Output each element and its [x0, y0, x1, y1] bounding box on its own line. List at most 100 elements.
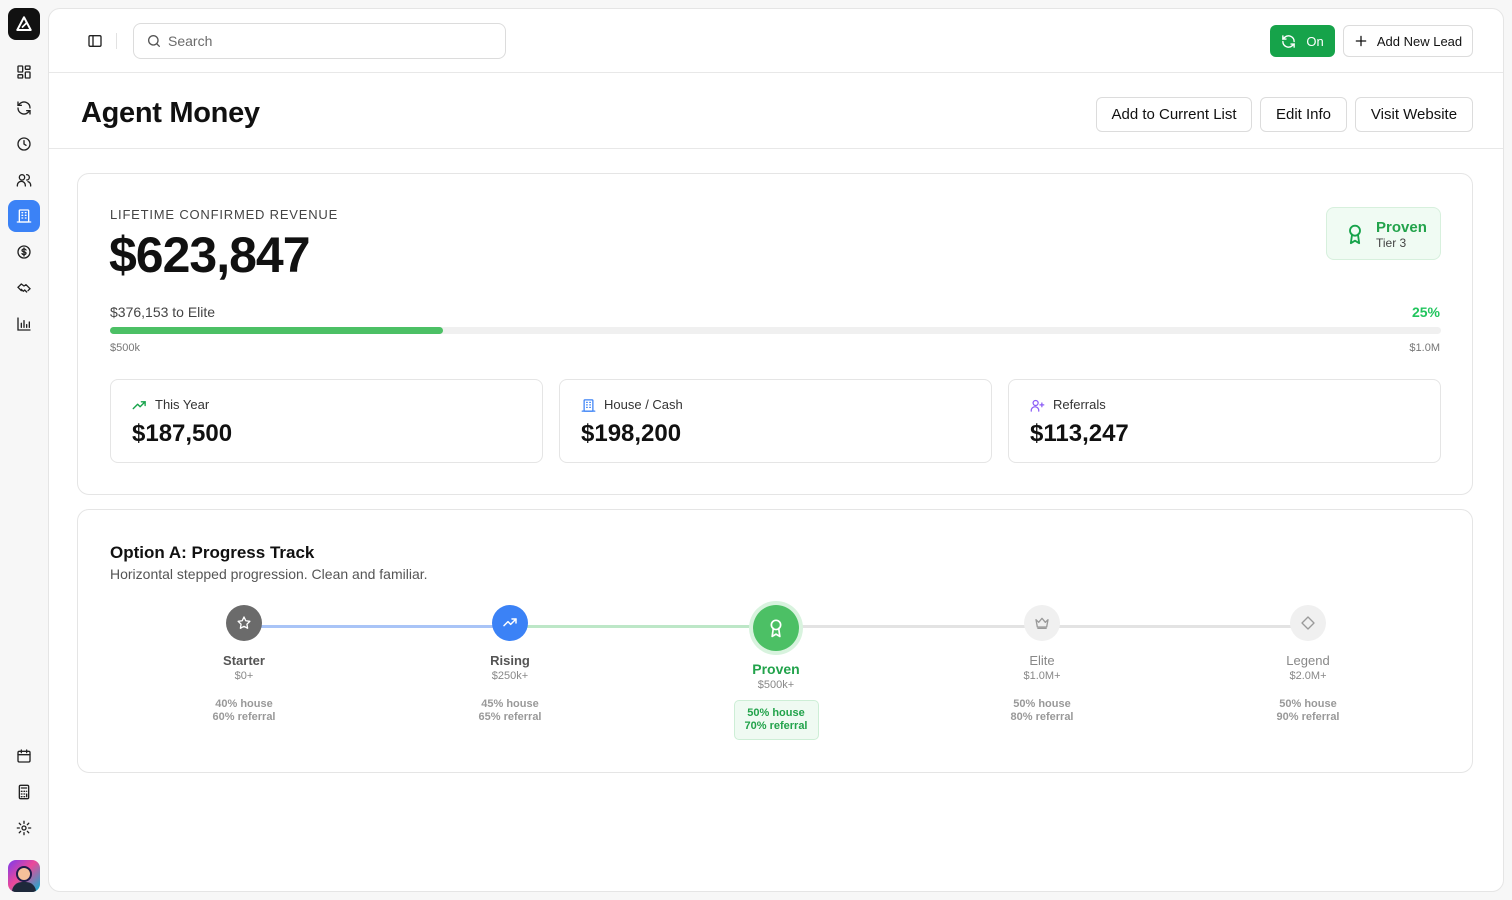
sidebar-toggle-button[interactable] [85, 31, 105, 51]
sync-toggle-button[interactable]: On [1270, 25, 1335, 57]
avatar-body [12, 882, 36, 892]
nav-calculator[interactable] [8, 776, 40, 808]
award-icon [770, 619, 782, 638]
stat-card-referrals: Referrals $113,247 [1008, 379, 1441, 463]
progress-range-end: $1.0M [1409, 342, 1440, 354]
revenue-label: LIFETIME CONFIRMED REVENUE [110, 207, 339, 222]
main-panel: On Add New Lead Agent Money Add to Curre… [48, 8, 1504, 892]
tier-step-starter: Starter $0+ 40% house 60% referral [164, 605, 324, 724]
plus-icon [1355, 35, 1367, 47]
refresh-icon [17, 101, 31, 115]
tier-step-terms: 50% house 70% referral [733, 700, 819, 740]
tier-badge-subtitle: Tier 3 [1376, 236, 1407, 250]
tier-step-name: Rising [490, 653, 530, 668]
tier-step-name: Proven [752, 661, 800, 677]
nav-dashboard[interactable] [8, 56, 40, 88]
nav-money[interactable] [8, 236, 40, 268]
tier-step-terms: 45% house 65% referral [430, 698, 590, 724]
nav-sync[interactable] [8, 92, 40, 124]
nav-reports[interactable] [8, 308, 40, 340]
edit-info-button[interactable]: Edit Info [1260, 97, 1347, 132]
tier-step-terms: 50% house 80% referral [962, 698, 1122, 724]
dashboard-icon [17, 65, 31, 79]
visit-website-button[interactable]: Visit Website [1355, 97, 1473, 132]
search-input[interactable] [168, 33, 488, 49]
tier-badge-title: Proven [1376, 219, 1427, 236]
sidebar-panel-icon [88, 35, 102, 47]
tier-house-split: 50% house [1013, 698, 1071, 710]
section-subtitle: Horizontal stepped progression. Clean an… [110, 566, 428, 582]
nav-deals[interactable] [8, 272, 40, 304]
tier-referral-split: 60% referral [212, 711, 276, 723]
tier-step-badge [1290, 605, 1326, 641]
tier-step-badge [753, 605, 799, 651]
progress-range-start: $500k [110, 342, 140, 354]
refresh-icon [1282, 34, 1296, 48]
tier-house-split: 40% house [215, 698, 273, 710]
tier-step-proven: Proven $500k+ 50% house 70% referral [696, 605, 856, 740]
trending-up-icon [132, 401, 146, 410]
tier-step-name: Starter [223, 653, 265, 668]
search-box[interactable] [133, 23, 506, 59]
settings-icon [16, 820, 32, 836]
revenue-progress-bar [110, 327, 1441, 334]
stat-value: $187,500 [132, 420, 233, 447]
users-icon [16, 174, 32, 187]
tier-step-threshold: $250k+ [491, 670, 529, 682]
tier-referral-split: 70% referral [744, 720, 808, 732]
tier-step-threshold: $500k+ [757, 679, 795, 691]
page-title: Agent Money [81, 97, 260, 129]
diamond-icon [1301, 616, 1315, 630]
progress-track-card: Option A: Progress Track Horizontal step… [77, 509, 1473, 773]
tier-step-badge [226, 605, 262, 641]
tier-step-threshold: $1.0M+ [1023, 670, 1061, 682]
user-plus-icon [1030, 399, 1045, 412]
revenue-card: LIFETIME CONFIRMED REVENUE $623,847 Prov… [77, 173, 1473, 495]
stat-card-this-year: This Year $187,500 [110, 379, 543, 463]
nav-calendar[interactable] [8, 740, 40, 772]
revenue-progress-fill [110, 327, 443, 334]
stat-card-house-cash: House / Cash $198,200 [559, 379, 992, 463]
stat-label: House / Cash [604, 397, 683, 412]
tier-step-elite: Elite $1.0M+ 50% house 80% referral [962, 605, 1122, 724]
tier-step-badge [492, 605, 528, 641]
crown-icon [1035, 617, 1049, 629]
tier-house-split: 50% house [1279, 698, 1337, 710]
revenue-value: $623,847 [109, 227, 311, 283]
nav-history[interactable] [8, 128, 40, 160]
building-icon [16, 209, 32, 223]
dollar-circle-icon [17, 245, 31, 259]
tier-referral-split: 80% referral [1010, 711, 1074, 723]
stat-label: Referrals [1053, 397, 1106, 412]
remaining-to-next-tier: $376,153 to Elite [110, 304, 216, 320]
tier-step-terms: 50% house 90% referral [1228, 698, 1388, 724]
add-to-current-list-button[interactable]: Add to Current List [1096, 97, 1252, 132]
page-header: Agent Money Add to Current List Edit Inf… [49, 73, 1503, 149]
tier-house-split: 45% house [481, 698, 539, 710]
nav-people[interactable] [8, 164, 40, 196]
add-new-lead-button[interactable]: Add New Lead [1343, 25, 1473, 57]
user-avatar[interactable] [8, 860, 40, 892]
tier-step-name: Legend [1286, 653, 1330, 668]
tier-step-terms: 40% house 60% referral [164, 698, 324, 724]
star-icon [237, 616, 251, 629]
tier-referral-split: 90% referral [1276, 711, 1340, 723]
tier-step-threshold: $0+ [234, 670, 254, 682]
tier-step-legend: Legend $2.0M+ 50% house 90% referral [1228, 605, 1388, 724]
sync-toggle-label: On [1306, 33, 1324, 49]
handshake-icon [17, 283, 31, 293]
tier-step-badge [1024, 605, 1060, 641]
tier-house-split: 50% house [747, 707, 805, 719]
stat-value: $198,200 [581, 420, 682, 447]
bar-chart-icon [17, 317, 31, 331]
stat-value: $113,247 [1030, 420, 1129, 447]
nav-settings[interactable] [8, 812, 40, 844]
logo-icon [16, 16, 32, 31]
avatar-face [16, 866, 32, 882]
add-new-lead-label: Add New Lead [1376, 33, 1463, 49]
progress-percent: 25% [1411, 304, 1440, 320]
app-logo[interactable] [8, 8, 40, 40]
calendar-icon [17, 749, 31, 763]
nav-agents[interactable] [8, 200, 40, 232]
calculator-icon [18, 784, 30, 800]
